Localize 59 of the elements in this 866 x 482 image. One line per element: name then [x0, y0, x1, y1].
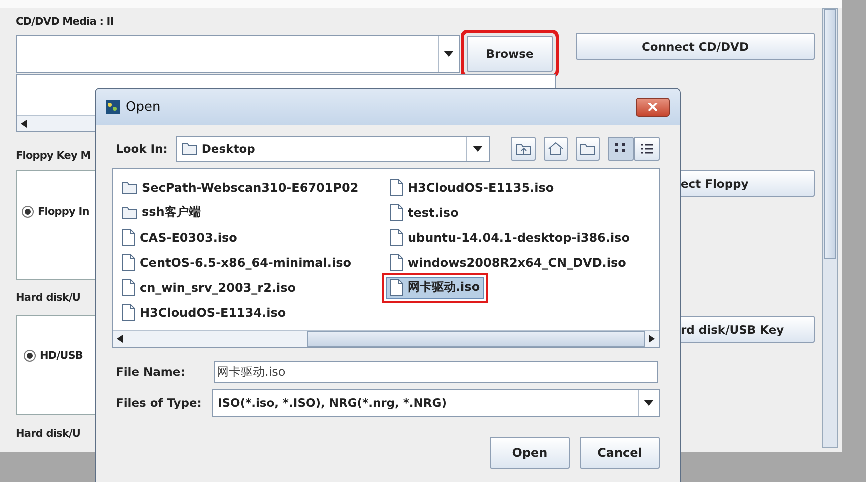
files-of-type-label: Files of Type:: [116, 396, 203, 410]
hard-disk-label: Hard disk/U: [16, 428, 81, 440]
close-button[interactable]: [636, 98, 670, 116]
folder-icon: [580, 142, 596, 156]
file-item[interactable]: cn_win_srv_2003_r2.iso: [118, 276, 300, 298]
scroll-left-icon[interactable]: [21, 120, 27, 128]
caret-icon: [444, 51, 454, 57]
scroll-right-icon[interactable]: [649, 335, 655, 343]
look-in-combo[interactable]: Desktop: [176, 136, 490, 162]
floppy-radio[interactable]: Floppy In: [22, 206, 90, 218]
hd-radio[interactable]: HD/USB: [24, 350, 84, 362]
app-icon: [106, 100, 120, 114]
file-icon: [122, 228, 136, 246]
file-item[interactable]: test.iso: [386, 202, 463, 224]
file-icon: [390, 204, 404, 222]
hard-disk-label: Hard disk/U: [16, 292, 81, 304]
file-icon: [122, 254, 136, 272]
file-item[interactable]: SecPath-Webscan310-E6701P02: [118, 178, 363, 196]
file-icon: [390, 228, 404, 246]
file-icon: [390, 278, 404, 296]
new-folder-button[interactable]: [576, 137, 600, 161]
media-label: CD/DVD Media : II: [16, 16, 114, 28]
floppy-label: Floppy Key M: [16, 150, 91, 162]
file-name-label: File Name:: [116, 365, 186, 379]
media-combo[interactable]: [16, 35, 460, 73]
file-item[interactable]: ubuntu-14.04.1-desktop-i386.iso: [386, 226, 634, 248]
scroll-thumb[interactable]: [307, 331, 645, 347]
file-item[interactable]: ssh客户端: [118, 202, 205, 223]
home-button[interactable]: [544, 137, 568, 161]
file-icon: [122, 278, 136, 296]
file-icon: [390, 178, 404, 196]
file-name-field[interactable]: 网卡驱动.iso: [214, 361, 658, 383]
details-view-button[interactable]: [634, 137, 660, 161]
home-icon: [548, 142, 564, 156]
folder-icon: [122, 206, 138, 220]
file-item[interactable]: H3CloudOS-E1135.iso: [386, 176, 558, 198]
cancel-button[interactable]: Cancel: [580, 437, 660, 469]
dialog-title: Open: [126, 100, 162, 114]
folder-icon: [122, 180, 138, 194]
file-icon: [122, 304, 136, 322]
file-item[interactable]: H3CloudOS-E1134.iso: [118, 302, 290, 324]
scrollbar[interactable]: [822, 8, 838, 448]
close-icon: [648, 103, 658, 111]
file-item[interactable]: CAS-E0303.iso: [118, 226, 242, 248]
details-view-icon: [640, 143, 654, 155]
up-folder-button[interactable]: [511, 137, 536, 161]
file-icon: [390, 254, 404, 272]
file-item[interactable]: windows2008R2x64_CN_DVD.iso: [386, 252, 630, 274]
connect-cd-button[interactable]: Connect CD/DVD: [576, 33, 815, 60]
scroll-left-icon[interactable]: [117, 335, 123, 343]
caret-icon: [644, 400, 654, 406]
list-view-button[interactable]: [608, 137, 634, 161]
file-item[interactable]: CentOS-6.5-x86_64-minimal.iso: [118, 252, 356, 274]
folder-icon: [182, 142, 198, 156]
open-button[interactable]: Open: [490, 437, 570, 469]
look-in-label: Look In:: [116, 142, 168, 156]
files-of-type-combo[interactable]: ISO(*.iso, *.ISO), NRG(*.nrg, *.NRG): [212, 389, 660, 417]
caret-icon: [472, 146, 483, 152]
up-folder-icon: [516, 142, 532, 156]
